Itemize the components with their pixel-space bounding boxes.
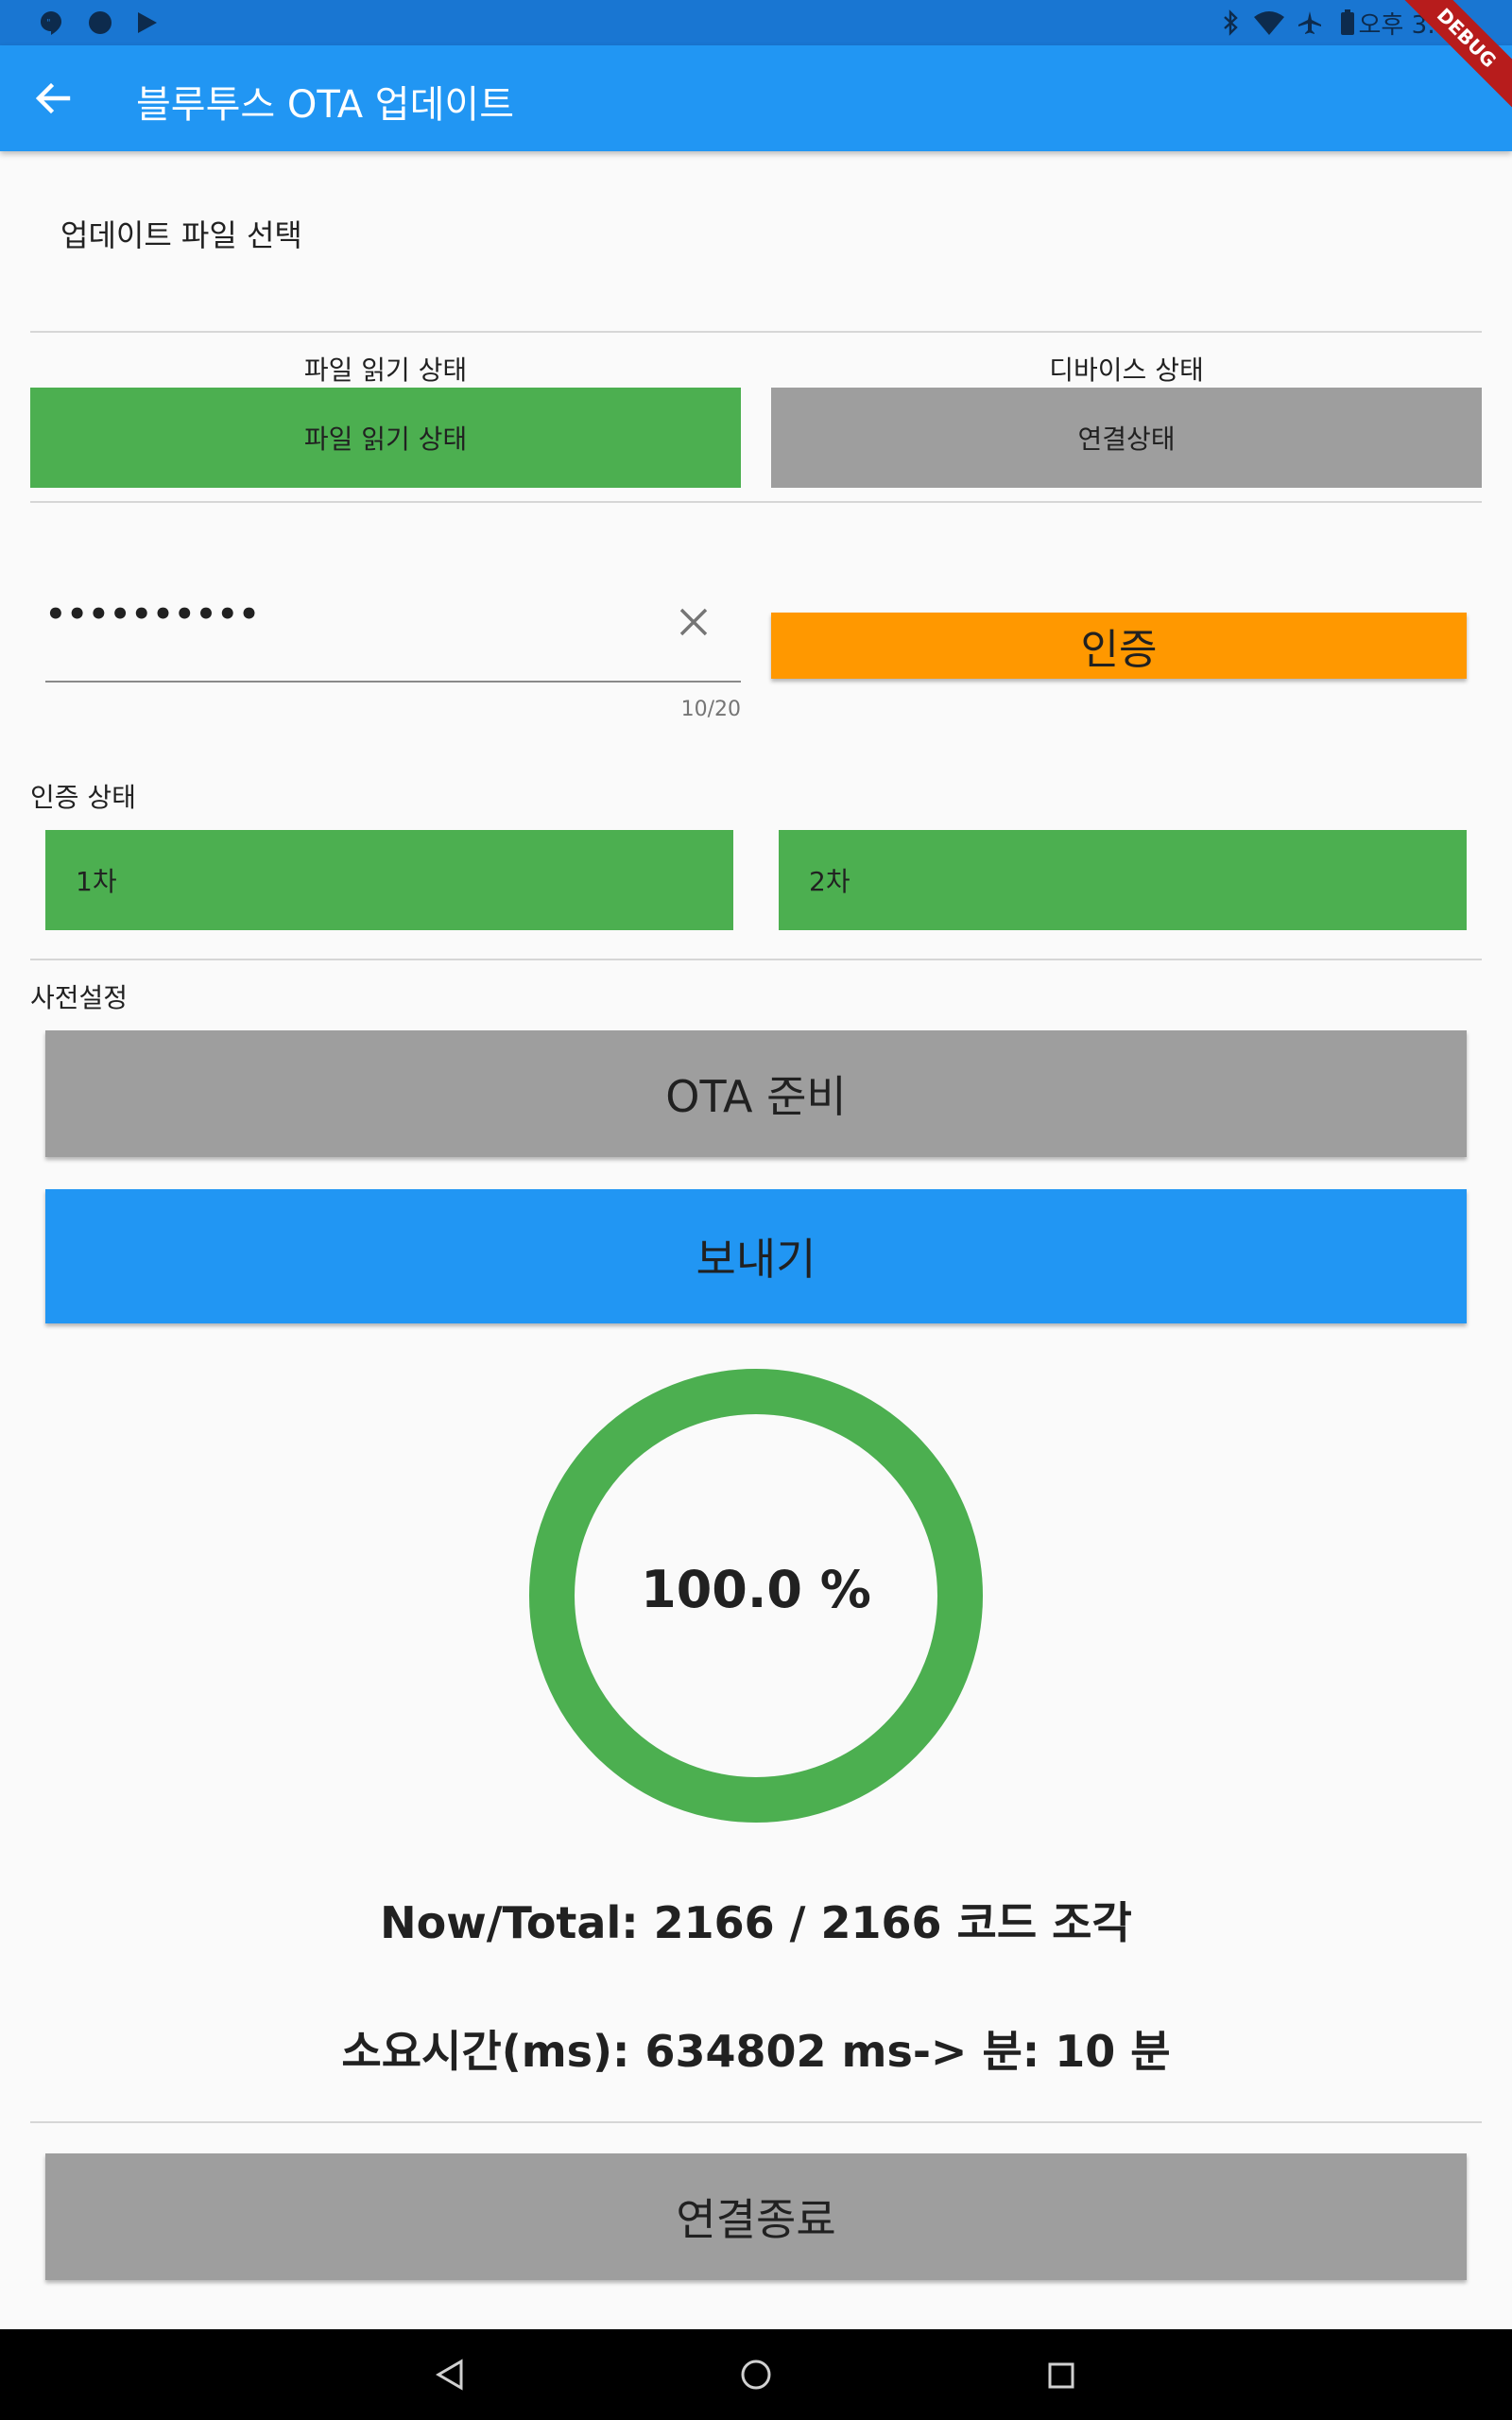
hangouts-icon: " [41, 11, 61, 35]
wifi-icon [1254, 11, 1284, 35]
password-value[interactable]: •••••••••• [45, 596, 260, 633]
file-read-status-box: 파일 읽기 상태 [30, 388, 741, 488]
svg-text:": " [46, 18, 51, 28]
divider [30, 959, 1482, 960]
airplane-icon [1298, 11, 1321, 34]
circle-notification-icon [89, 11, 112, 34]
ota-ready-button-label: OTA 준비 [665, 1071, 847, 1122]
debug-ribbon: DEBUG [1381, 0, 1512, 124]
file-select-button[interactable]: 업데이트 파일 선택 [60, 212, 302, 255]
auth-stage1-label: 1차 [76, 866, 117, 897]
status-bar: " 오후 3:43 [0, 0, 1512, 45]
device-status-heading: 디바이스 상태 [1049, 354, 1204, 386]
file-read-status-heading: 파일 읽기 상태 [303, 354, 468, 386]
auth-button-label: 인증 [1080, 626, 1158, 674]
password-underline [45, 681, 741, 683]
disconnect-button[interactable]: 연결종료 [45, 2153, 1467, 2280]
bluetooth-icon [1224, 9, 1238, 36]
divider [30, 331, 1482, 333]
auth-stage1-box: 1차 [45, 830, 733, 930]
progress-count: Now/Total: 2166 / 2166 코드 조각 [380, 1897, 1132, 1948]
progress-percent: 100.0 % [641, 1560, 871, 1619]
divider [30, 2121, 1482, 2123]
device-status-value: 연결상태 [1077, 424, 1176, 455]
send-button-label: 보내기 [696, 1234, 816, 1285]
preset-label: 사전설정 [30, 982, 129, 1013]
app-bar: 블루투스 OTA 업데이트 [0, 45, 1512, 151]
debug-banner: DEBUG [1323, 0, 1512, 151]
password-field[interactable]: •••••••••• [45, 596, 741, 683]
recents-square-icon[interactable] [1045, 2360, 1077, 2392]
close-icon[interactable] [677, 605, 711, 639]
send-button[interactable]: 보내기 [45, 1189, 1467, 1323]
elapsed-time: 소요시간(ms): 634802 ms-> 분: 10 분 [341, 2026, 1171, 2077]
file-read-status-value: 파일 읽기 상태 [303, 424, 468, 455]
arrow-back-icon[interactable] [26, 72, 79, 125]
ota-ready-button[interactable]: OTA 준비 [45, 1030, 1467, 1157]
divider [30, 501, 1482, 503]
auth-button[interactable]: 인증 [771, 613, 1467, 679]
character-counter: 10/20 [680, 698, 741, 721]
auth-stage2-box: 2차 [779, 830, 1467, 930]
system-nav-bar [0, 2329, 1512, 2420]
disconnect-button-label: 연결종료 [676, 2194, 836, 2245]
play-store-icon [138, 12, 157, 33]
auth-status-label: 인증 상태 [30, 782, 136, 813]
device-status-box: 연결상태 [771, 388, 1482, 488]
page-title: 블루투스 OTA 업데이트 [136, 83, 515, 127]
auth-stage2-label: 2차 [809, 866, 850, 897]
home-circle-icon[interactable] [739, 2358, 773, 2392]
back-triangle-icon[interactable] [433, 2358, 467, 2392]
